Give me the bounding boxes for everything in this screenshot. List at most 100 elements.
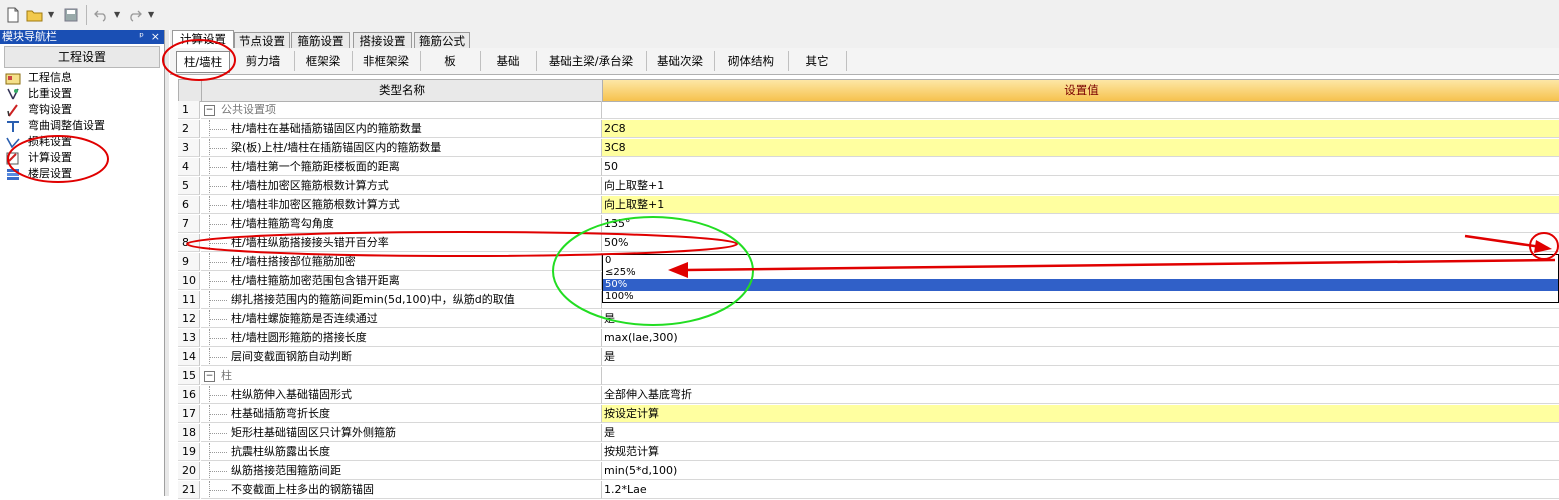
nav-item-hook[interactable]: 弯钩设置 — [4, 102, 164, 118]
subtab-column[interactable]: 柱/墙柱 — [176, 51, 230, 73]
settings-tabs: 计算设置 节点设置 箍筋设置 搭接设置 箍筋公式 — [170, 30, 1559, 49]
close-icon[interactable]: × — [151, 30, 160, 44]
setting-value-cell[interactable]: 是 — [602, 310, 1559, 328]
setting-value-cell[interactable] — [602, 101, 1559, 119]
type-name-cell: 柱/墙柱搭接部位箍筋加密 — [201, 253, 602, 271]
tab-stirrup-settings[interactable]: 箍筋设置 — [291, 32, 350, 49]
collapse-icon[interactable]: − — [204, 371, 215, 382]
tree-line — [203, 196, 227, 213]
redo-button[interactable] — [126, 6, 144, 24]
row-number: 10 — [178, 272, 200, 290]
table-row[interactable]: 19 抗震柱纵筋露出长度 按规范计算 — [178, 443, 1559, 462]
new-file-icon — [7, 7, 19, 23]
setting-value-cell[interactable]: 按设定计算 — [602, 405, 1559, 423]
row-number: 20 — [178, 462, 200, 480]
type-name-cell: 柱纵筋伸入基础锚固形式 — [201, 386, 602, 404]
row-number: 11 — [178, 291, 200, 309]
nav-item-loss[interactable]: 损耗设置 — [4, 134, 164, 150]
nav-item-bend-adjust[interactable]: 弯曲调整值设置 — [4, 118, 164, 134]
setting-value-cell[interactable]: max(lae,300) — [602, 329, 1559, 347]
row-number: 17 — [178, 405, 200, 423]
setting-value-cell[interactable]: 3C8 — [602, 139, 1559, 157]
table-row[interactable]: 20 纵筋搭接范围箍筋间距 min(5*d,100) — [178, 462, 1559, 481]
subtab-foundation-main-beam[interactable]: 基础主梁/承台梁 — [536, 51, 647, 71]
nav-item-calc[interactable]: 计算设置 — [4, 150, 164, 166]
dropdown-option-0[interactable]: 0 — [603, 255, 1558, 267]
setting-value-cell[interactable]: 是 — [602, 424, 1559, 442]
table-row[interactable]: 5 柱/墙柱加密区箍筋根数计算方式 向上取整+1 — [178, 177, 1559, 196]
row-number: 14 — [178, 348, 200, 366]
setting-value-cell[interactable]: 50 — [602, 158, 1559, 176]
dropdown-option-25[interactable]: ≤25% — [603, 267, 1558, 279]
subtab-slab[interactable]: 板 — [420, 51, 481, 71]
subtab-other[interactable]: 其它 — [788, 51, 847, 71]
table-row[interactable]: 3 梁(板)上柱/墙柱在插筋锚固区内的箍筋数量 3C8 — [178, 139, 1559, 158]
panel-splitter[interactable] — [165, 30, 169, 496]
setting-name: 柱/墙柱纵筋搭接接头错开百分率 — [231, 236, 389, 249]
tab-node-settings[interactable]: 节点设置 — [234, 32, 290, 49]
subtab-non-frame-beam[interactable]: 非框架梁 — [352, 51, 421, 71]
tab-calc-settings[interactable]: 计算设置 — [172, 30, 234, 49]
new-file-button[interactable] — [4, 6, 22, 24]
setting-value-cell[interactable]: 按规范计算 — [602, 443, 1559, 461]
table-row[interactable]: 12 柱/墙柱螺旋箍筋是否连续通过 是 — [178, 310, 1559, 329]
tree-line — [203, 443, 227, 460]
setting-value-cell[interactable]: 135° — [602, 215, 1559, 233]
save-button[interactable] — [62, 6, 80, 24]
save-icon — [64, 8, 78, 22]
tab-lap-settings[interactable]: 搭接设置 — [353, 32, 412, 49]
subtab-masonry[interactable]: 砌体结构 — [714, 51, 789, 71]
type-name-cell: 抗震柱纵筋露出长度 — [201, 443, 602, 461]
setting-value-cell[interactable] — [602, 367, 1559, 385]
table-row[interactable]: 18 矩形柱基础锚固区只计算外侧箍筋 是 — [178, 424, 1559, 443]
undo-dropdown-icon[interactable]: ▼ — [114, 10, 120, 19]
nav-item-project-info[interactable]: 工程信息 — [4, 70, 164, 86]
group-row[interactable]: 1− 公共设置项 — [178, 101, 1559, 120]
nav-item-weight[interactable]: 比重设置 — [4, 86, 164, 102]
table-row[interactable]: 21 不变截面上柱多出的钢筋锚固 1.2*Lae — [178, 481, 1559, 500]
collapse-icon[interactable]: − — [204, 105, 215, 116]
row-number: 15 — [178, 367, 200, 385]
table-row[interactable]: 6 柱/墙柱非加密区箍筋根数计算方式 向上取整+1 — [178, 196, 1559, 215]
tab-stirrup-formula[interactable]: 箍筋公式 — [414, 32, 470, 49]
setting-value-cell[interactable]: 是 — [602, 348, 1559, 366]
setting-value-cell[interactable]: 50% — [602, 234, 1559, 252]
dropdown-option-50-selected[interactable]: 50% — [603, 279, 1558, 291]
nav-item-floor[interactable]: 楼层设置 — [4, 166, 164, 182]
subtab-shear-wall[interactable]: 剪力墙 — [232, 51, 295, 71]
percent-dropdown-list[interactable]: 0 ≤25% 50% 100% — [602, 254, 1559, 303]
setting-value-cell[interactable]: min(5*d,100) — [602, 462, 1559, 480]
group-row[interactable]: 15− 柱 — [178, 367, 1559, 386]
table-row[interactable]: 4 柱/墙柱第一个箍筋距楼板面的距离 50 — [178, 158, 1559, 177]
table-row[interactable]: 13 柱/墙柱圆形箍筋的搭接长度 max(lae,300) — [178, 329, 1559, 348]
pin-icon[interactable]: ᵖ — [139, 30, 144, 44]
dropdown-option-100[interactable]: 100% — [603, 291, 1558, 303]
setting-value-cell[interactable]: 2C8 — [602, 120, 1559, 138]
subtab-foundation-secondary-beam[interactable]: 基础次梁 — [646, 51, 715, 71]
bend-icon — [4, 119, 22, 133]
table-row[interactable]: 8 柱/墙柱纵筋搭接接头错开百分率 50% — [178, 234, 1559, 253]
table-row[interactable]: 17 柱基础插筋弯折长度 按设定计算 — [178, 405, 1559, 424]
subtab-frame-beam[interactable]: 框架梁 — [294, 51, 353, 71]
setting-value-cell[interactable]: 向上取整+1 — [602, 196, 1559, 214]
nav-title-bar: 模块导航栏 ᵖ × — [0, 30, 164, 44]
open-file-button[interactable] — [26, 6, 44, 24]
open-dropdown-icon[interactable]: ▼ — [48, 10, 54, 19]
row-number: 3 — [178, 139, 200, 157]
setting-value-cell[interactable]: 全部伸入基底弯折 — [602, 386, 1559, 404]
setting-value-cell[interactable]: 1.2*Lae — [602, 481, 1559, 499]
undo-button[interactable] — [92, 6, 110, 24]
table-row[interactable]: 16 柱纵筋伸入基础锚固形式 全部伸入基底弯折 — [178, 386, 1559, 405]
nav-header-project-settings[interactable]: 工程设置 — [4, 46, 160, 68]
loss-icon — [4, 135, 22, 149]
calc-icon — [4, 151, 22, 165]
table-row[interactable]: 2 柱/墙柱在基础插筋锚固区内的箍筋数量 2C8 — [178, 120, 1559, 139]
setting-value-cell[interactable]: 向上取整+1 — [602, 177, 1559, 195]
subtab-foundation[interactable]: 基础 — [480, 51, 537, 71]
redo-dropdown-icon[interactable]: ▼ — [148, 10, 154, 19]
nav-item-label: 比重设置 — [28, 87, 72, 100]
table-row[interactable]: 7 柱/墙柱箍筋弯勾角度 135° — [178, 215, 1559, 234]
tree-line — [203, 158, 227, 175]
table-row[interactable]: 14 层间变截面钢筋自动判断 是 — [178, 348, 1559, 367]
row-number: 19 — [178, 443, 200, 461]
